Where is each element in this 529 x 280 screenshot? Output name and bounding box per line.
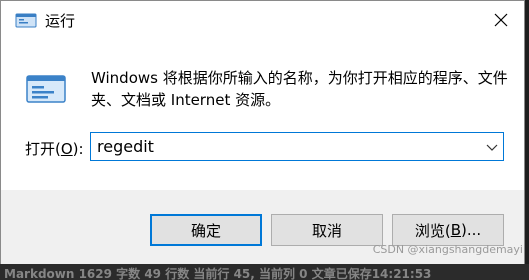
description-text: Windows 将根据你所输入的名称，为你打开相应的程序、文件夹、文档或 Int…	[91, 69, 508, 109]
command-combobox[interactable]	[90, 132, 504, 161]
close-button[interactable]	[478, 1, 524, 39]
browse-button[interactable]: 浏览(B)...	[392, 214, 504, 246]
close-icon	[494, 13, 508, 27]
chevron-down-icon[interactable]	[484, 139, 500, 155]
status-text: Markdown 1629 字数 49 行数 当前行 45, 当前列 0 文章已…	[4, 267, 432, 280]
dialog-body: Windows 将根据你所输入的名称，为你打开相应的程序、文件夹、文档或 Int…	[1, 39, 524, 190]
ok-button[interactable]: 确定	[150, 214, 262, 246]
open-label: 打开(O):	[25, 138, 84, 159]
run-window-icon	[26, 75, 66, 103]
background-status-bar: Markdown 1629 字数 49 行数 当前行 45, 当前列 0 文章已…	[0, 264, 529, 280]
title-bar: 运行	[1, 1, 524, 39]
open-label-hotkey: O	[60, 140, 73, 158]
browse-label-hotkey: B	[450, 221, 461, 239]
run-dialog: 运行 Windows 将根据你所输入的名称，为你打开相应的程序、文件夹、文档或 …	[0, 0, 525, 265]
window-title: 运行	[45, 12, 76, 30]
command-input[interactable]	[91, 133, 476, 160]
run-app-icon	[15, 13, 37, 28]
cancel-button[interactable]: 取消	[271, 214, 383, 246]
watermark: CSDN @xiangshangdemayi	[372, 243, 523, 256]
browse-label-suffix: )...	[461, 221, 482, 239]
open-label-suffix: ):	[72, 140, 84, 158]
browse-label-prefix: 浏览(	[414, 221, 451, 240]
open-label-prefix: 打开(	[25, 140, 61, 158]
